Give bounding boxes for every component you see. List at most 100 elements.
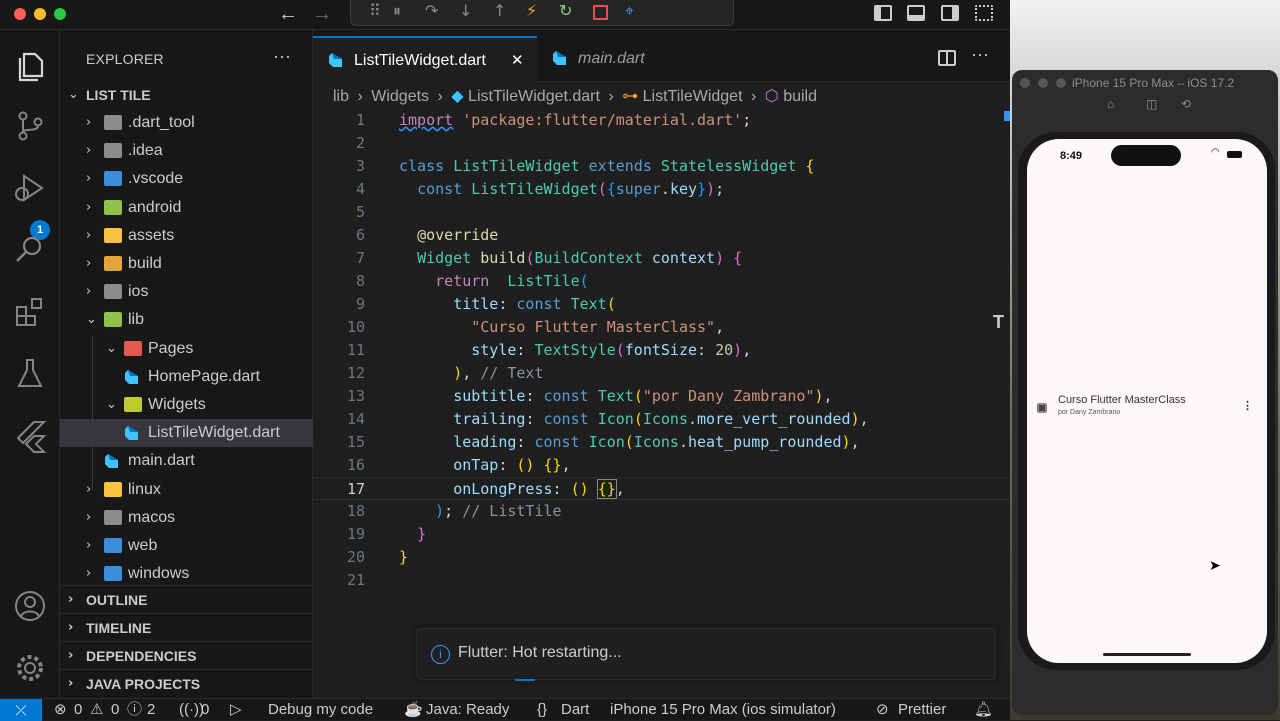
section-java-projects[interactable]: › JAVA PROJECTS xyxy=(60,669,313,697)
java-status[interactable]: Java: Ready xyxy=(426,699,509,721)
tree-item[interactable]: › linux xyxy=(60,476,313,504)
code-line[interactable]: 18 ); // ListTile xyxy=(313,500,1010,523)
code-line[interactable]: 10 "Curso Flutter MasterClass", xyxy=(313,316,1010,339)
info-count[interactable]: 2 xyxy=(147,699,155,721)
code-line[interactable]: 6 @override xyxy=(313,224,1010,247)
tree-item[interactable]: main.dart xyxy=(60,447,313,475)
sim-zoom-button[interactable] xyxy=(1056,78,1066,88)
debug-run-icon[interactable]: ▷ xyxy=(230,699,242,721)
breadcrumb-item[interactable]: build xyxy=(783,88,817,105)
tree-item[interactable]: › build xyxy=(60,250,313,278)
code-line[interactable]: 19 } xyxy=(313,523,1010,546)
source-control-icon[interactable] xyxy=(12,108,48,144)
tree-item[interactable]: › assets xyxy=(60,222,313,250)
minimize-window-button[interactable] xyxy=(34,8,46,20)
home-indicator[interactable] xyxy=(1103,653,1191,656)
tree-item[interactable]: ⌄ Pages xyxy=(60,335,313,363)
code-line[interactable]: 9 title: const Text( xyxy=(313,293,1010,316)
hot-reload-icon[interactable]: ⚡ xyxy=(526,1,537,20)
stop-icon[interactable] xyxy=(593,5,608,20)
tree-item[interactable]: › .vscode xyxy=(60,165,313,193)
widget-inspector-icon[interactable]: ⌖ xyxy=(625,1,634,21)
tree-item[interactable]: ⌄ lib xyxy=(60,306,313,334)
warning-count[interactable]: 0 xyxy=(111,699,119,721)
braces-icon[interactable]: {} xyxy=(537,699,547,721)
warning-icon[interactable]: ⚠ xyxy=(90,699,103,721)
code-line[interactable]: 17 onLongPress: () {}, xyxy=(313,477,1010,500)
tree-item[interactable]: › macos xyxy=(60,504,313,532)
prettier-icon[interactable]: ⊘ xyxy=(876,699,889,721)
code-line[interactable]: 13 subtitle: const Text("por Dany Zambra… xyxy=(313,385,1010,408)
remote-icon[interactable]: ⤫ xyxy=(0,699,42,721)
rotate-icon[interactable]: ⟲ xyxy=(1181,97,1191,111)
restart-icon[interactable]: ↻ xyxy=(559,1,572,20)
back-arrow-icon[interactable]: ← xyxy=(278,3,298,26)
forward-arrow-icon[interactable]: → xyxy=(312,3,332,26)
code-line[interactable]: 16 onTap: () {}, xyxy=(313,454,1010,477)
settings-gear-icon[interactable] xyxy=(12,650,48,686)
tree-item[interactable]: HomePage.dart xyxy=(60,363,313,391)
toggle-panel-icon[interactable] xyxy=(907,5,925,21)
tree-item[interactable]: › .dart_tool xyxy=(60,109,313,137)
breadcrumb-item[interactable]: ListTileWidget.dart xyxy=(468,88,600,105)
breadcrumb-item[interactable]: Widgets xyxy=(371,88,429,105)
ports-count[interactable]: 0 xyxy=(201,699,209,721)
tab-listtilewidget[interactable]: ListTileWidget.dart ✕ xyxy=(313,36,537,82)
close-icon[interactable]: ✕ xyxy=(511,38,524,84)
code-line[interactable]: 3 class ListTileWidget extends StatelessW… xyxy=(313,155,1010,178)
accounts-icon[interactable] xyxy=(12,588,48,624)
explorer-icon[interactable] xyxy=(12,48,48,84)
split-editor-icon[interactable] xyxy=(938,50,956,66)
tree-item[interactable]: › web xyxy=(60,532,313,560)
pause-icon[interactable]: ⏸ xyxy=(393,1,401,21)
toggle-secondary-sidebar-icon[interactable] xyxy=(941,5,959,21)
home-icon[interactable]: ⌂ xyxy=(1107,97,1114,111)
zoom-window-button[interactable] xyxy=(54,8,66,20)
breadcrumb-item[interactable]: ListTileWidget xyxy=(643,88,743,105)
prettier-status[interactable]: Prettier xyxy=(898,699,946,721)
section-outline[interactable]: › OUTLINE xyxy=(60,585,313,613)
editor-more-icon[interactable]: ··· xyxy=(971,44,989,65)
extensions-icon[interactable] xyxy=(12,294,48,330)
step-over-icon[interactable]: ↷ xyxy=(425,1,438,20)
code-line[interactable]: 20} xyxy=(313,546,1010,569)
code-line[interactable]: 4 const ListTileWidget({super.key}); xyxy=(313,178,1010,201)
tree-item[interactable]: › ios xyxy=(60,278,313,306)
flutter-icon[interactable] xyxy=(12,418,48,454)
sim-close-button[interactable] xyxy=(1020,78,1030,88)
code-line[interactable]: 15 leading: const Icon(Icons.heat_pump_r… xyxy=(313,431,1010,454)
more-actions-icon[interactable]: ··· xyxy=(273,46,291,67)
step-into-icon[interactable]: ↓ xyxy=(459,1,472,20)
notifications-bell-icon[interactable]: 🔔︎ xyxy=(974,699,993,721)
java-icon[interactable]: ☕ xyxy=(404,699,423,721)
search-icon[interactable] xyxy=(12,232,48,268)
close-window-button[interactable] xyxy=(14,8,26,20)
toggle-primary-sidebar-icon[interactable] xyxy=(874,5,892,21)
drag-grip-icon[interactable]: ⠿ xyxy=(369,1,381,20)
customize-layout-icon[interactable] xyxy=(975,5,993,21)
code-line[interactable]: 12 ), // Text xyxy=(313,362,1010,385)
tree-item[interactable]: ListTileWidget.dart xyxy=(60,419,313,448)
sim-minimize-button[interactable] xyxy=(1038,78,1048,88)
code-line[interactable]: 11 style: TextStyle(fontSize: 20), xyxy=(313,339,1010,362)
tree-item[interactable]: › android xyxy=(60,194,313,222)
step-out-icon[interactable]: ↑ xyxy=(493,1,506,20)
code-line[interactable]: 8 return ListTile( xyxy=(313,270,1010,293)
tree-item[interactable]: › .idea xyxy=(60,137,313,165)
section-timeline[interactable]: › TIMELINE xyxy=(60,613,313,641)
code-line[interactable]: 2 xyxy=(313,132,1010,155)
notification-toast[interactable]: i Flutter: Hot restarting... xyxy=(416,628,996,680)
code-line[interactable]: 7 Widget build(BuildContext context) { xyxy=(313,247,1010,270)
code-line[interactable]: 1 import 'package:flutter/material.dart'; xyxy=(313,109,1010,132)
screenshot-icon[interactable]: ◫ xyxy=(1146,97,1157,111)
tree-item[interactable]: › windows xyxy=(60,560,313,588)
project-root[interactable]: ⌄ LIST TILE xyxy=(60,81,313,109)
error-count[interactable]: 0 xyxy=(74,699,82,721)
code-line[interactable]: 5 xyxy=(313,201,1010,224)
language-mode[interactable]: Dart xyxy=(561,699,589,721)
tab-main[interactable]: main.dart xyxy=(537,36,687,82)
tree-item[interactable]: ⌄ Widgets xyxy=(60,391,313,419)
code-line[interactable]: 21 xyxy=(313,569,1010,592)
error-icon[interactable]: ⊗ xyxy=(54,699,67,721)
debug-config[interactable]: Debug my code xyxy=(268,699,373,721)
